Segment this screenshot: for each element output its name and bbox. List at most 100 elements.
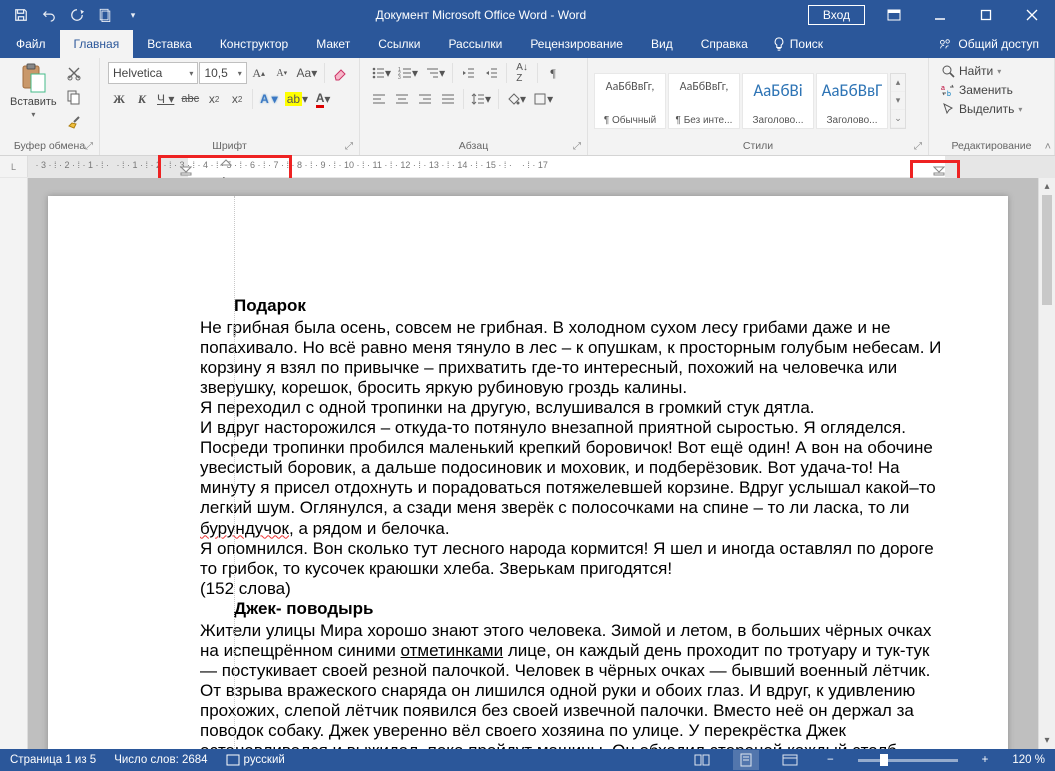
styles-gallery-scroll[interactable]: ▴▾⌄ [890,73,906,129]
scroll-down-icon[interactable]: ▾ [1039,732,1055,749]
increase-font-button[interactable]: A▴ [248,62,270,84]
zoom-out-button[interactable]: − [821,754,840,766]
justify-button[interactable] [437,88,459,110]
font-size-combo[interactable]: 10,5▾ [199,62,246,84]
tell-me-search[interactable]: Поиск [762,30,833,58]
tab-design[interactable]: Конструктор [206,30,302,58]
styles-group-label: Стили [743,140,773,152]
multilevel-button[interactable]: ▾ [422,62,448,84]
save-icon[interactable] [8,3,34,27]
align-left-button[interactable] [368,88,390,110]
share-label: Общий доступ [958,37,1039,51]
decrease-indent-button[interactable] [457,62,479,84]
change-case-button[interactable]: Aa▾ [294,62,320,84]
scroll-thumb[interactable] [1042,195,1052,305]
tab-view[interactable]: Вид [637,30,687,58]
font-color-button[interactable]: A ▾ [312,88,334,110]
spacing-icon [471,92,485,106]
vertical-ruler[interactable] [0,178,28,749]
ribbon-options-icon[interactable] [871,0,917,30]
horizontal-ruler[interactable]: · 3 · ⁞ · 2 · ⁞ · 1 · ⁞ · · ⁞ · 1 · ⁞ · … [28,156,1055,177]
zoom-slider[interactable] [858,759,958,762]
redo-icon[interactable] [64,3,90,27]
underline-button[interactable]: Ч ▾ [154,88,177,110]
replace-button[interactable]: abЗаменить [937,82,1026,98]
bullets-button[interactable]: ▾ [368,62,394,84]
align-right-button[interactable] [414,88,436,110]
document-page[interactable]: Подарок Не грибная была осень, совсем не… [48,196,1008,749]
tab-file[interactable]: Файл [2,30,60,58]
scroll-up-icon[interactable]: ▴ [1039,178,1055,195]
cut-button[interactable] [63,62,85,84]
replace-icon: ab [941,83,955,97]
tab-selector[interactable]: L [0,156,28,177]
status-word-count[interactable]: Число слов: 2684 [114,754,207,766]
minimize-icon[interactable] [917,0,963,30]
status-page[interactable]: Страница 1 из 5 [10,754,96,766]
numbering-button[interactable]: 123▾ [395,62,421,84]
zoom-in-button[interactable]: + [976,754,995,766]
tab-references[interactable]: Ссылки [364,30,434,58]
superscript-button[interactable]: x2 [226,88,248,110]
clipboard-dialog-launcher[interactable]: ⤢ [85,141,93,152]
strike-button[interactable]: abc [178,88,202,110]
text-effects-button[interactable]: A ▾ [257,88,281,110]
increase-indent-button[interactable] [480,62,502,84]
status-language[interactable]: русский [226,754,285,766]
shading-button[interactable]: ▾ [503,88,529,110]
borders-button[interactable]: ▾ [530,88,556,110]
subscript-button[interactable]: x2 [203,88,225,110]
undo-icon[interactable] [36,3,62,27]
highlight-button[interactable]: ab▾ [282,88,311,110]
close-icon[interactable] [1009,0,1055,30]
zoom-level[interactable]: 120 % [1012,754,1045,766]
indent-icon [484,66,498,80]
font-dialog-launcher[interactable]: ⤢ [345,141,353,152]
sort-button[interactable]: A↓Z [511,62,533,84]
bullets-icon [371,66,385,80]
styles-dialog-launcher[interactable]: ⤢ [914,141,922,152]
decrease-font-button[interactable]: A▾ [271,62,293,84]
document-area: Подарок Не грибная была осень, совсем не… [0,178,1055,749]
bold-button[interactable]: Ж [108,88,130,110]
new-doc-icon[interactable] [92,3,118,27]
tab-review[interactable]: Рецензирование [516,30,637,58]
view-web-button[interactable] [777,750,803,770]
style-nospacing[interactable]: АаБбВвГг,¶ Без инте... [668,73,740,129]
ruler-area: L · 3 · ⁞ · 2 · ⁞ · 1 · ⁞ · · ⁞ · 1 · ⁞ … [0,156,1055,178]
paste-button[interactable]: Вставить ▾ [6,60,61,121]
view-print-button[interactable] [733,750,759,770]
clear-format-button[interactable] [329,62,351,84]
document-scroll[interactable]: Подарок Не грибная была осень, совсем не… [28,178,1038,749]
view-read-button[interactable] [689,750,715,770]
style-normal[interactable]: АаБбВвГг,¶ Обычный [594,73,666,129]
right-indent-marker[interactable] [933,166,945,176]
signin-button[interactable]: Вход [808,5,865,25]
tab-layout[interactable]: Макет [302,30,364,58]
show-marks-button[interactable]: ¶ [542,62,564,84]
zoom-knob[interactable] [880,754,888,766]
align-center-button[interactable] [391,88,413,110]
copy-button[interactable] [63,86,85,108]
tab-home[interactable]: Главная [60,30,134,58]
collapse-ribbon-icon[interactable]: ˄ [1045,141,1051,153]
style-heading1[interactable]: АаБбВіЗаголово... [742,73,814,129]
tab-insert[interactable]: Вставка [133,30,206,58]
share-button[interactable]: Общий доступ [922,30,1055,58]
first-line-indent-marker[interactable] [220,158,232,166]
vertical-scrollbar[interactable]: ▴ ▾ [1038,178,1055,749]
find-button[interactable]: Найти ▾ [937,63,1026,79]
line-spacing-button[interactable]: ▾ [468,88,494,110]
ribbon: Вставить ▾ Буфер обмена⤢ Helvetica▾ 10,5… [0,58,1055,156]
tab-mailings[interactable]: Рассылки [434,30,516,58]
qat-dropdown-icon[interactable]: ▾ [120,3,146,27]
left-indent-marker[interactable] [180,166,192,176]
italic-button[interactable]: К [131,88,153,110]
maximize-icon[interactable] [963,0,1009,30]
tab-help[interactable]: Справка [687,30,762,58]
paragraph-dialog-launcher[interactable]: ⤢ [573,141,581,152]
format-painter-button[interactable] [63,110,85,132]
font-name-combo[interactable]: Helvetica▾ [108,62,198,84]
style-heading2[interactable]: АаБбВвГЗаголово... [816,73,888,129]
select-button[interactable]: Выделить ▾ [937,101,1026,117]
